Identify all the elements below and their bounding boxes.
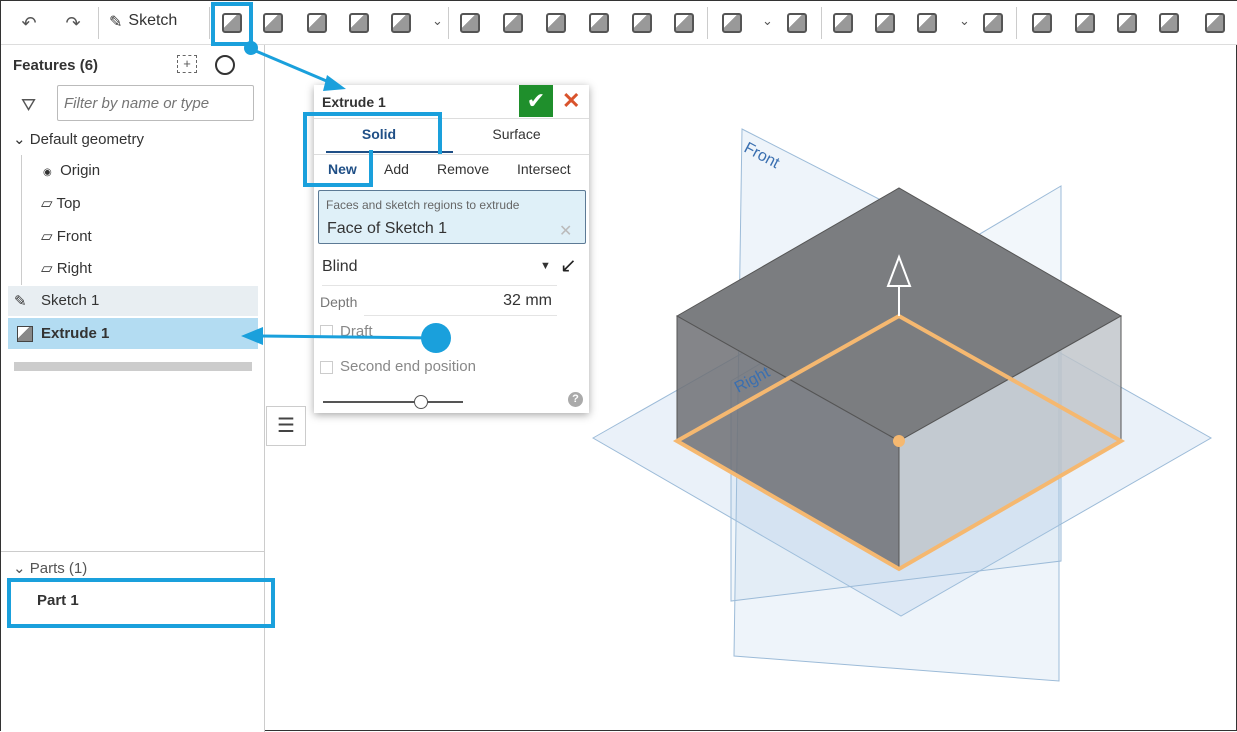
depth-label: Depth bbox=[320, 294, 358, 310]
opposite-direction-icon[interactable]: ↙ bbox=[560, 253, 577, 278]
draft-checkbox[interactable] bbox=[320, 325, 333, 338]
sketch-point bbox=[893, 435, 905, 447]
second-end-checkbox[interactable] bbox=[320, 361, 333, 374]
tab-surface[interactable]: Surface bbox=[454, 126, 579, 142]
help-icon[interactable]: ? bbox=[568, 392, 583, 407]
selection-value: Face of Sketch 1 bbox=[327, 220, 448, 237]
op-add[interactable]: Add bbox=[384, 161, 409, 177]
dropdown-caret-icon[interactable]: ▼ bbox=[540, 260, 551, 272]
depth-input[interactable]: 32 mm bbox=[464, 292, 552, 310]
slider-handle[interactable] bbox=[414, 395, 428, 409]
viewport[interactable]: Front Right bbox=[1, 1, 1237, 732]
highlight-box bbox=[303, 112, 442, 154]
cancel-x-icon[interactable]: ✕ bbox=[562, 88, 580, 114]
highlight-box bbox=[211, 2, 253, 46]
accept-check-icon[interactable]: ✔ bbox=[519, 85, 553, 117]
end-type-select[interactable]: Blind bbox=[322, 258, 358, 276]
selection-label: Faces and sketch regions to extrude bbox=[326, 198, 520, 212]
op-intersect[interactable]: Intersect bbox=[517, 161, 571, 177]
selection-field[interactable]: Faces and sketch regions to extrude Face… bbox=[318, 190, 586, 244]
op-remove[interactable]: Remove bbox=[437, 161, 489, 177]
highlight-box bbox=[303, 150, 373, 187]
draft-label: Draft bbox=[340, 323, 373, 340]
slider-track[interactable] bbox=[323, 401, 463, 403]
second-end-label: Second end position bbox=[340, 358, 476, 375]
dialog-title: Extrude 1 bbox=[322, 94, 386, 110]
clear-x-icon[interactable]: ✕ bbox=[559, 221, 572, 241]
